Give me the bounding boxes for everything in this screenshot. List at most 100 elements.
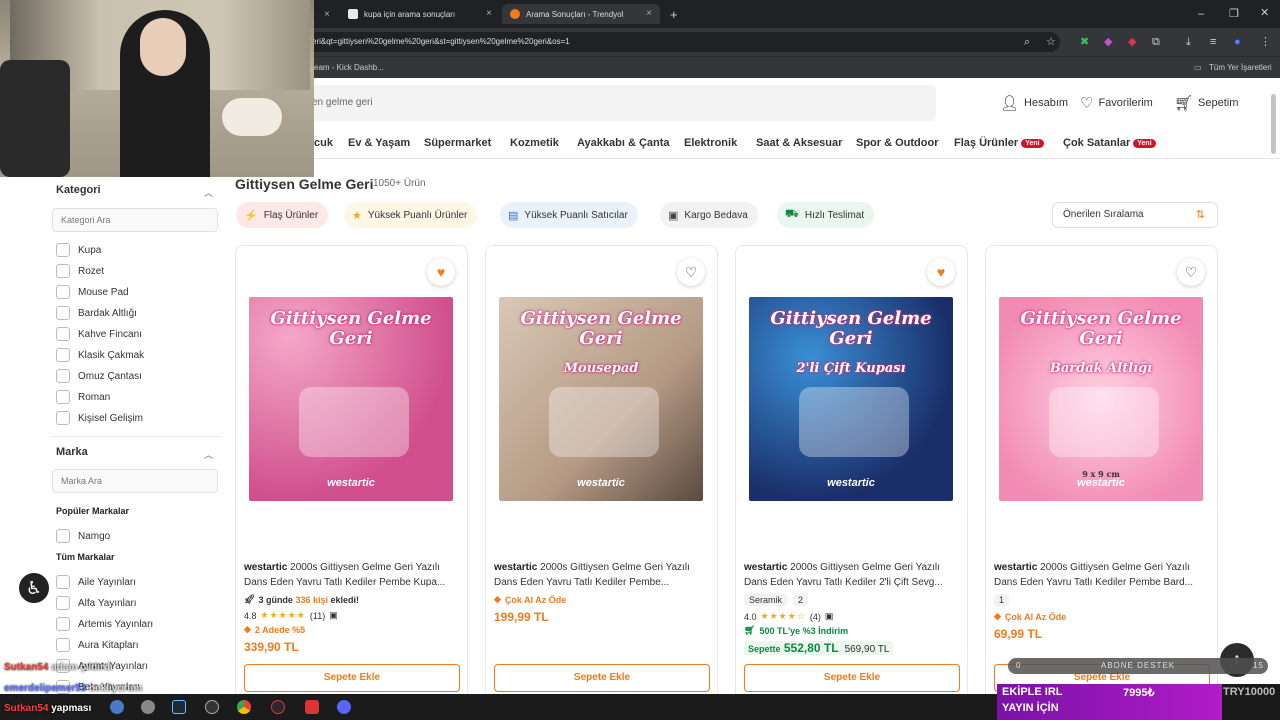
- category-title[interactable]: Kategori: [56, 184, 101, 196]
- close-icon[interactable]: ×: [324, 9, 330, 20]
- add-to-cart-button[interactable]: Sepete Ekle: [494, 664, 710, 692]
- bookmark-star-icon[interactable]: ☆: [1046, 36, 1056, 48]
- extensions-puzzle-icon[interactable]: ⧉: [1152, 36, 1160, 48]
- app-icon[interactable]: [205, 700, 219, 714]
- url-input[interactable]: eri&qt=gittiysen%20gelme%20geri&st=gitti…: [300, 32, 1060, 52]
- chevron-up-icon[interactable]: ︿: [204, 186, 213, 199]
- product-title[interactable]: westartic 2000s Gittiysen Gelme Geri Yaz…: [744, 560, 962, 590]
- checkbox-item[interactable]: Kahve Fincanı: [56, 327, 142, 341]
- checkbox[interactable]: [56, 638, 70, 652]
- checkbox[interactable]: [56, 243, 70, 257]
- tab-kick[interactable]: kupa için arama sonuçları ×: [340, 4, 500, 24]
- nav-item-watches[interactable]: Saat & Aksesuar: [756, 137, 842, 149]
- all-bookmarks[interactable]: Tüm Yer İşaretleri: [1209, 63, 1272, 72]
- product-card[interactable]: ♡ Gittiysen Gelme Geri Bardak Altlığı 9 x 9…: [985, 245, 1218, 715]
- extension-icon[interactable]: ◆: [1128, 36, 1136, 48]
- accessibility-icon[interactable]: ♿︎: [17, 571, 51, 605]
- checkbox[interactable]: [56, 529, 70, 543]
- new-tab-button[interactable]: +: [662, 4, 682, 24]
- checkbox-item[interactable]: Artemis Yayınları: [56, 617, 153, 631]
- product-image[interactable]: Gittiysen Gelme Geri westartic: [249, 297, 453, 501]
- nav-item-flash[interactable]: Flaş Ürünler Yeni: [954, 137, 1044, 149]
- nav-item-home[interactable]: Ev & Yaşam: [348, 137, 410, 149]
- checkbox[interactable]: [56, 596, 70, 610]
- checkbox-item[interactable]: Klasik Çakmak: [56, 348, 144, 362]
- nav-item-bestsellers[interactable]: Çok Satanlar Yeni: [1063, 137, 1156, 149]
- chip-free-shipping[interactable]: ▣ Kargo Bedava: [660, 202, 758, 228]
- app-icon[interactable]: [110, 700, 124, 714]
- profile-avatar-icon[interactable]: ●: [1234, 36, 1241, 48]
- add-to-cart-button[interactable]: Sepete Ekle: [244, 664, 460, 692]
- reading-list-icon[interactable]: ≡: [1210, 36, 1216, 48]
- steam-icon[interactable]: [172, 700, 186, 714]
- checkbox[interactable]: [56, 390, 70, 404]
- favorite-button[interactable]: ♥: [927, 258, 955, 286]
- favorite-button[interactable]: ♥: [427, 258, 455, 286]
- nav-item-supermarket[interactable]: Süpermarket: [424, 137, 491, 149]
- checkbox[interactable]: [56, 617, 70, 631]
- rating-row[interactable]: 4.0 ★★★★☆ (4) ▣: [744, 611, 833, 622]
- checkbox-item[interactable]: Omuz Çantası: [56, 369, 142, 383]
- brand-search-input[interactable]: Marka Ara: [52, 469, 218, 493]
- bookmark-item[interactable]: eam - Kick Dashb...: [314, 63, 384, 72]
- product-card[interactable]: ♡ Gittiysen Gelme Geri Mousepad westartic we…: [485, 245, 718, 715]
- product-title[interactable]: westartic 2000s Gittiysen Gelme Geri Yaz…: [494, 560, 712, 590]
- app-icon[interactable]: [305, 700, 319, 714]
- chrome-icon[interactable]: [237, 700, 251, 714]
- settings-icon[interactable]: [141, 700, 155, 714]
- checkbox-item[interactable]: Aile Yayınları: [56, 575, 136, 589]
- chevron-up-icon[interactable]: ︿: [204, 448, 213, 461]
- discord-icon[interactable]: [337, 700, 351, 714]
- chip-high-rated-products[interactable]: ★ Yüksek Puanlı Ürünler: [344, 202, 478, 228]
- checkbox[interactable]: [56, 264, 70, 278]
- checkbox[interactable]: [56, 327, 70, 341]
- tab-close-partial[interactable]: ×: [316, 4, 332, 24]
- checkbox[interactable]: [56, 285, 70, 299]
- nav-item-shoes-bags[interactable]: Ayakkabı & Çanta: [577, 137, 670, 149]
- checkbox-item[interactable]: Rozet: [56, 264, 104, 278]
- plus-icon[interactable]: +: [670, 7, 678, 22]
- search-input[interactable]: en gelme geri: [300, 85, 936, 121]
- product-card[interactable]: ♥ Gittiysen Gelme Geri 2'li Çift Kupası wes…: [735, 245, 968, 715]
- checkbox[interactable]: [56, 575, 70, 589]
- checkbox-item[interactable]: Kişisel Gelişim: [56, 411, 143, 425]
- minimize-icon[interactable]: –: [1198, 8, 1204, 20]
- favorite-button[interactable]: ♡: [1177, 258, 1205, 286]
- favorite-button[interactable]: ♡: [677, 258, 705, 286]
- checkbox-item[interactable]: Namgo: [56, 529, 110, 543]
- extension-icon[interactable]: ◆: [1104, 36, 1112, 48]
- product-card[interactable]: ♥ Gittiysen Gelme Geri westartic westartic …: [235, 245, 468, 715]
- obs-icon[interactable]: [271, 700, 285, 714]
- zoom-icon[interactable]: ⌕: [1024, 36, 1030, 48]
- restore-icon[interactable]: ❐: [1229, 8, 1239, 20]
- extension-x-icon[interactable]: ✖: [1080, 36, 1089, 48]
- checkbox[interactable]: [56, 369, 70, 383]
- download-icon[interactable]: ⤓: [1186, 36, 1191, 48]
- add-to-cart-button[interactable]: Sepete Ekle: [744, 664, 960, 692]
- sort-select[interactable]: Önerilen Sıralama ⇅: [1052, 202, 1218, 228]
- checkbox-item[interactable]: Aura Kitapları: [56, 638, 139, 652]
- category-search-input[interactable]: Kategori Ara: [52, 208, 218, 232]
- brand-title[interactable]: Marka: [56, 446, 88, 458]
- product-image[interactable]: Gittiysen Gelme Geri 2'li Çift Kupası west…: [749, 297, 953, 501]
- close-icon[interactable]: ×: [646, 8, 652, 19]
- favorites-link[interactable]: ♡ Favorilerim: [1080, 94, 1153, 112]
- checkbox-item[interactable]: Roman: [56, 390, 110, 404]
- checkbox[interactable]: [56, 411, 70, 425]
- product-image[interactable]: Gittiysen Gelme Geri Mousepad westartic: [499, 297, 703, 501]
- cart-link[interactable]: 🛒︎ Sepetim: [1174, 94, 1238, 112]
- chip-fast-delivery[interactable]: ⛟ Hızlı Teslimat: [777, 202, 875, 228]
- checkbox[interactable]: [56, 306, 70, 320]
- close-window-icon[interactable]: ✕: [1260, 7, 1269, 19]
- product-title[interactable]: westartic 2000s Gittiysen Gelme Geri Yaz…: [994, 560, 1212, 590]
- nav-item[interactable]: cuk: [314, 137, 333, 149]
- close-icon[interactable]: ×: [486, 8, 492, 19]
- rating-row[interactable]: 4.8 ★★★★★ (11) ▣: [244, 610, 338, 621]
- product-image[interactable]: Gittiysen Gelme Geri Bardak Altlığı 9 x 9 …: [999, 297, 1203, 501]
- checkbox-item[interactable]: Mouse Pad: [56, 285, 129, 299]
- nav-item-sports[interactable]: Spor & Outdoor: [856, 137, 939, 149]
- page-scrollbar[interactable]: [1271, 94, 1276, 154]
- checkbox-item[interactable]: Alfa Yayınları: [56, 596, 137, 610]
- account-link[interactable]: 👤︎ Hesabım: [1000, 94, 1068, 112]
- product-title[interactable]: westartic 2000s Gittiysen Gelme Geri Yaz…: [244, 560, 462, 590]
